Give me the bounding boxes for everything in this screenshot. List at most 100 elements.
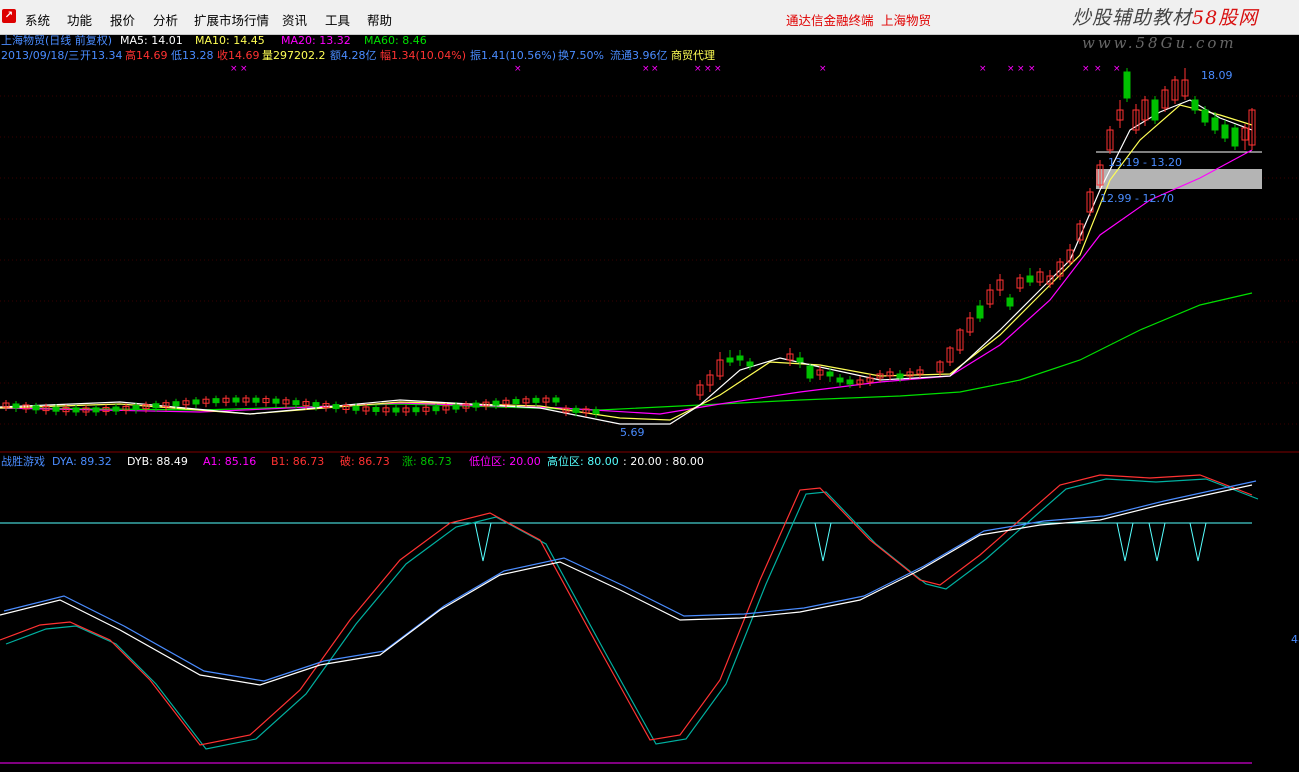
candle-body — [1006, 297, 1014, 307]
candle-body — [512, 399, 520, 405]
candle-body — [332, 404, 340, 410]
candle-body — [1123, 71, 1131, 99]
info-float: 流通3.96亿 — [610, 48, 668, 62]
candle-body — [1201, 109, 1209, 123]
candle-body — [806, 365, 814, 379]
candle-body — [796, 357, 804, 363]
ma60-label: MA60: 8.46 — [364, 34, 427, 47]
info-sector: 商贸代理 — [671, 48, 715, 62]
info-change: 幅1.34(10.04%) — [380, 49, 466, 62]
candle-body — [412, 407, 420, 413]
signal-marker-icon: × — [651, 64, 659, 74]
info-volume: 量297202.2 — [262, 49, 326, 62]
info-close: 收14.69 — [217, 48, 260, 62]
indicator-signal-spike — [1148, 522, 1166, 562]
signal-marker-icon: × — [230, 64, 238, 74]
candle-body — [12, 403, 20, 409]
candle-body — [72, 407, 80, 413]
candle-body — [1191, 99, 1199, 111]
ma60-line — [0, 292, 1253, 411]
candle-body — [432, 406, 440, 412]
candle-body — [172, 401, 180, 407]
indicator-signal-spike — [814, 522, 832, 562]
signal-marker-icon: × — [1028, 64, 1036, 74]
candle-body — [372, 406, 380, 412]
indicator-signal-spike — [1116, 522, 1134, 562]
signal-marker-icon: × — [1082, 64, 1090, 74]
signal-marker-icon: × — [642, 64, 650, 74]
stock-name: 上海物贸(日线 前复权) — [1, 33, 112, 47]
candle-body — [252, 397, 260, 403]
candle-body — [132, 405, 140, 411]
indicator-extra: : 20.00 : 80.00 — [623, 455, 704, 468]
candle-body — [212, 398, 220, 404]
candle-body — [292, 400, 300, 406]
candle-body — [836, 377, 844, 383]
candle-body — [532, 397, 540, 403]
low-annotation: 5.69 — [620, 426, 645, 439]
indicator-low-zone: 低位区: 20.00 — [469, 454, 541, 468]
indicator-dyb-line — [0, 484, 1253, 686]
support-zone-box — [1096, 169, 1262, 189]
kline-chart[interactable]: × × × × × × × × × × × × × × × × 上海物贸(日线 前复权) MA5: 14.01… — [0, 0, 1299, 772]
ma5-line — [0, 99, 1253, 425]
ma10-line — [0, 104, 1253, 421]
info-amplitude: 振1.41(10.56%) — [470, 48, 556, 62]
indicator-b1: B1: 86.73 — [271, 455, 324, 468]
info-turnover: 换7.50% — [558, 48, 604, 62]
info-low: 低13.28 — [171, 49, 214, 62]
candle-body — [272, 398, 280, 404]
signal-marker-icon: × — [819, 64, 827, 74]
candle-body — [112, 406, 120, 412]
candle-body — [896, 373, 904, 379]
candle-body — [736, 355, 744, 361]
signal-marker-icon: × — [240, 64, 248, 74]
indicator-buy: 涨: 86.73 — [402, 455, 452, 468]
candle-body — [1221, 124, 1229, 139]
candle-body — [232, 397, 240, 403]
right-axis-label: 48 — [1291, 633, 1299, 646]
indicator-high-zone: 高位区: 80.00 — [547, 454, 619, 468]
candle-body — [492, 400, 500, 406]
candle-body — [32, 405, 40, 411]
signal-marker-icon: × — [979, 64, 987, 74]
info-open: 开13.34 — [80, 49, 123, 62]
candle-body — [192, 399, 200, 405]
signal-marker-icon: × — [1007, 64, 1015, 74]
candle-body — [592, 409, 600, 415]
info-date: 2013/09/18/三 — [1, 49, 79, 62]
indicator-signal-spike — [474, 522, 492, 562]
indicator-dyb: DYB: 88.49 — [127, 455, 188, 468]
indicator-dya-line — [3, 480, 1257, 682]
indicator-signal-spike — [1189, 522, 1207, 562]
indicator-sell: 破: 86.73 — [340, 454, 390, 468]
candle-body — [746, 361, 754, 367]
signal-marker-icon: × — [514, 64, 522, 74]
indicator-name: 战胜游戏 — [1, 454, 45, 468]
ma10-label: MA10: 14.45 — [195, 34, 265, 47]
ma5-label: MA5: 14.01 — [120, 34, 183, 47]
indicator-a1: A1: 85.16 — [203, 455, 256, 468]
candle-body — [312, 402, 320, 408]
indicator-a1-line — [0, 474, 1253, 746]
ma20-line — [0, 149, 1253, 415]
candle-body — [826, 371, 834, 377]
candle-body — [52, 406, 60, 412]
high-annotation: 18.09 — [1201, 69, 1233, 82]
signal-marker-icon: × — [1113, 64, 1121, 74]
signal-marker-icon: × — [694, 64, 702, 74]
candle-body — [846, 379, 854, 385]
candle-body — [1151, 99, 1159, 121]
candle-body — [552, 397, 560, 403]
candle-body — [726, 357, 734, 363]
signal-marker-icon: × — [704, 64, 712, 74]
candle-body — [976, 305, 984, 319]
zone-top-label: 13.19 - 13.20 — [1108, 156, 1182, 169]
candle-body — [152, 403, 160, 409]
candle-body — [472, 402, 480, 408]
candle-body — [1231, 127, 1239, 147]
candle-body — [352, 405, 360, 411]
zone-bottom-label: 12.99 - 12.70 — [1100, 192, 1174, 205]
signal-marker-icon: × — [1094, 64, 1102, 74]
info-amount: 额4.28亿 — [330, 49, 377, 62]
